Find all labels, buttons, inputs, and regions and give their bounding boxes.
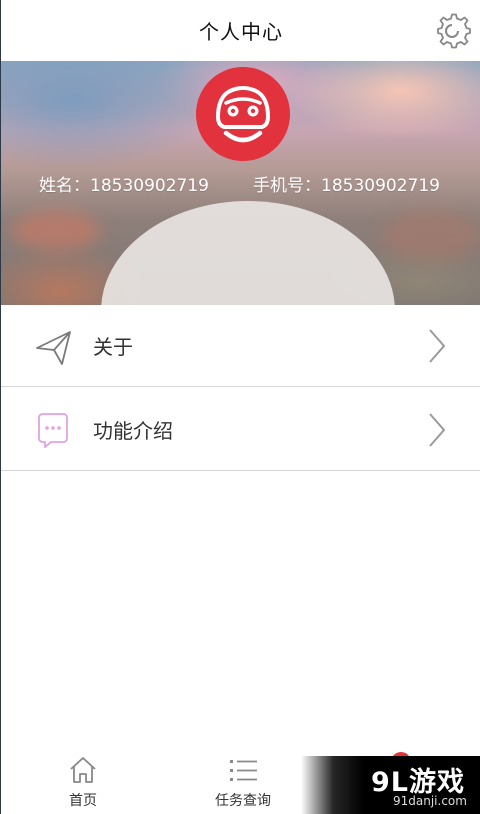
tab-home[interactable]: 首页 <box>23 746 143 814</box>
chevron-right-icon <box>429 328 446 363</box>
menu-item-feature-intro[interactable]: 功能介绍 <box>1 389 480 471</box>
menu-item-about[interactable]: 关于 <box>1 305 480 387</box>
tab-label: 首页 <box>69 793 97 809</box>
chat-bubble-icon <box>38 412 68 448</box>
gear-icon[interactable] <box>435 12 473 50</box>
user-name-label: 姓名：18530902719 <box>39 176 209 196</box>
profile-banner: 姓名：18530902719 手机号：18530902719 <box>1 61 480 305</box>
menu-item-label: 关于 <box>93 335 133 359</box>
user-phone-label: 手机号：18530902719 <box>253 176 440 196</box>
profile-screen: 个人中心 姓名：18530902719 手机号：18530902719 关于 功… <box>0 0 480 814</box>
watermark-site: 91danji.com <box>393 794 467 808</box>
banner-dome <box>101 201 395 305</box>
watermark: 9L游戏 91danji.com <box>301 756 480 814</box>
background-blur <box>381 211 480 261</box>
tab-task-query[interactable]: 任务查询 <box>183 746 303 814</box>
chevron-right-icon <box>429 412 446 447</box>
top-bar: 个人中心 <box>1 0 480 61</box>
car-face-logo-icon[interactable] <box>196 67 290 161</box>
send-arrow-icon <box>36 330 71 365</box>
menu-item-label: 功能介绍 <box>93 419 173 443</box>
tab-label: 任务查询 <box>215 793 271 809</box>
list-icon <box>230 760 257 781</box>
page-title: 个人中心 <box>199 20 283 44</box>
background-blur <box>11 211 101 251</box>
home-icon <box>70 757 96 783</box>
